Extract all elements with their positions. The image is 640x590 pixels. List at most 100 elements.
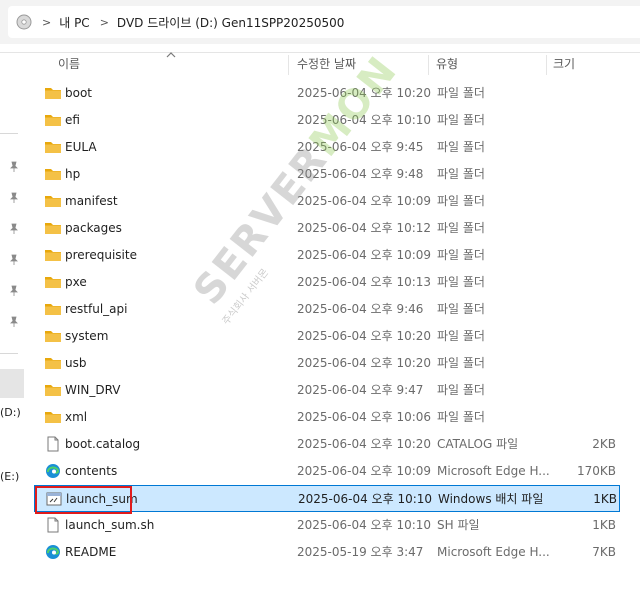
file-size: 2KB bbox=[592, 437, 616, 451]
file-type: 파일 폴더 bbox=[437, 356, 485, 370]
file-name: README bbox=[65, 545, 117, 559]
file-size bbox=[554, 107, 616, 134]
file-size bbox=[554, 188, 616, 215]
file-row[interactable]: pxe 2025-06-04 오후 10:13 파일 폴더 bbox=[34, 269, 620, 296]
file-type: 파일 폴더 bbox=[437, 140, 485, 154]
file-type: Microsoft Edge H... bbox=[437, 464, 549, 478]
column-header-date[interactable]: 수정한 날짜 bbox=[297, 53, 356, 77]
column-header-name[interactable]: 이름 bbox=[58, 53, 80, 77]
file-type: 파일 폴더 bbox=[437, 302, 485, 316]
file-row[interactable]: hp 2025-06-04 오후 9:48 파일 폴더 bbox=[34, 161, 620, 188]
pin-icon[interactable] bbox=[8, 223, 20, 235]
pin-icon[interactable] bbox=[8, 161, 20, 173]
dvd-drive-icon bbox=[16, 14, 32, 30]
pin-icon[interactable] bbox=[8, 254, 20, 266]
file-name: usb bbox=[65, 356, 87, 370]
file-date: 2025-06-04 오후 10:20 bbox=[297, 437, 432, 451]
nav-item-drive-e[interactable]: (E:) bbox=[0, 470, 19, 483]
file-size bbox=[554, 269, 616, 296]
file-type: SH 파일 bbox=[437, 518, 480, 532]
file-row[interactable]: usb 2025-06-04 오후 10:20 파일 폴더 bbox=[34, 350, 620, 377]
column-divider[interactable] bbox=[288, 55, 289, 75]
file-size bbox=[554, 215, 616, 242]
file-row[interactable]: xml 2025-06-04 오후 10:06 파일 폴더 bbox=[34, 404, 620, 431]
file-date: 2025-06-04 오후 10:09 bbox=[297, 194, 432, 208]
column-header-size[interactable]: 크기 bbox=[553, 53, 575, 77]
file-size bbox=[554, 134, 616, 161]
pin-icon[interactable] bbox=[8, 316, 20, 328]
file-date: 2025-06-04 오후 10:13 bbox=[297, 275, 432, 289]
file-row[interactable]: efi 2025-06-04 오후 10:10 파일 폴더 bbox=[34, 107, 620, 134]
nav-item-selected[interactable] bbox=[0, 369, 24, 398]
file-row[interactable]: launch_sum.sh 2025-06-04 오후 10:10 SH 파일 1KB bbox=[34, 512, 620, 539]
nav-separator bbox=[0, 353, 18, 354]
folder-icon bbox=[44, 274, 62, 290]
file-size: 1KB bbox=[592, 518, 616, 532]
file-name: launch_sum bbox=[66, 492, 138, 506]
file-date: 2025-05-19 오후 3:47 bbox=[297, 545, 424, 559]
file-date: 2025-06-04 오후 10:20 bbox=[297, 86, 432, 100]
folder-icon bbox=[44, 301, 62, 317]
file-name: EULA bbox=[65, 140, 97, 154]
nav-separator bbox=[0, 133, 18, 134]
column-divider[interactable] bbox=[546, 55, 547, 75]
nav-item-drive-d[interactable]: (D:) bbox=[0, 406, 21, 419]
file-type: 파일 폴더 bbox=[437, 410, 485, 424]
file-name: efi bbox=[65, 113, 80, 127]
file-name: pxe bbox=[65, 275, 87, 289]
edge-icon bbox=[44, 544, 62, 560]
file-type: 파일 폴더 bbox=[437, 329, 485, 343]
file-name: contents bbox=[65, 464, 118, 478]
file-row[interactable]: prerequisite 2025-06-04 오후 10:09 파일 폴더 bbox=[34, 242, 620, 269]
file-size bbox=[554, 404, 616, 431]
file-name: restful_api bbox=[65, 302, 128, 316]
file-row[interactable]: restful_api 2025-06-04 오후 9:46 파일 폴더 bbox=[34, 296, 620, 323]
file-icon bbox=[44, 517, 62, 533]
file-row[interactable]: contents 2025-06-04 오후 10:09 Microsoft Edg… bbox=[34, 458, 620, 485]
breadcrumb-dvd-drive[interactable]: DVD 드라이브 (D:) Gen11SPP20250500 bbox=[117, 14, 344, 31]
chevron-right-icon[interactable]: > bbox=[42, 16, 51, 29]
pin-icon[interactable] bbox=[8, 192, 20, 204]
file-type: 파일 폴더 bbox=[437, 275, 485, 289]
sort-ascending-icon bbox=[166, 52, 176, 58]
folder-icon bbox=[44, 328, 62, 344]
file-size: 170KB bbox=[576, 464, 616, 478]
file-type: CATALOG 파일 bbox=[437, 437, 519, 451]
file-row[interactable]: boot 2025-06-04 오후 10:20 파일 폴더 bbox=[34, 80, 620, 107]
file-row[interactable]: README 2025-05-19 오후 3:47 Microsoft Edge H… bbox=[34, 539, 620, 566]
file-row-selected[interactable]: launch_sum 2025-06-04 오후 10:10 Windows 배치 … bbox=[34, 485, 620, 512]
file-date: 2025-06-04 오후 9:45 bbox=[297, 140, 424, 154]
file-row[interactable]: system 2025-06-04 오후 10:20 파일 폴더 bbox=[34, 323, 620, 350]
file-name: hp bbox=[65, 167, 81, 181]
file-size: 7KB bbox=[592, 545, 616, 559]
address-bar[interactable]: > 내 PC > DVD 드라이브 (D:) Gen11SPP20250500 bbox=[8, 6, 640, 38]
file-size bbox=[554, 323, 616, 350]
file-row[interactable]: EULA 2025-06-04 오후 9:45 파일 폴더 bbox=[34, 134, 620, 161]
file-name: WIN_DRV bbox=[65, 383, 121, 397]
file-row[interactable]: WIN_DRV 2025-06-04 오후 9:47 파일 폴더 bbox=[34, 377, 620, 404]
file-row[interactable]: packages 2025-06-04 오후 10:12 파일 폴더 bbox=[34, 215, 620, 242]
pin-icon[interactable] bbox=[8, 285, 20, 297]
batch-file-icon bbox=[45, 491, 63, 507]
folder-icon bbox=[44, 193, 62, 209]
file-row[interactable]: manifest 2025-06-04 오후 10:09 파일 폴더 bbox=[34, 188, 620, 215]
folder-icon bbox=[44, 409, 62, 425]
file-row[interactable]: boot.catalog 2025-06-04 오후 10:20 CATALOG 파… bbox=[34, 431, 620, 458]
file-size bbox=[554, 242, 616, 269]
chevron-right-icon[interactable]: > bbox=[100, 16, 109, 29]
breadcrumb-my-pc[interactable]: 내 PC bbox=[59, 14, 89, 31]
column-header: 이름 수정한 날짜 유형 크기 bbox=[24, 52, 640, 77]
column-header-type[interactable]: 유형 bbox=[436, 53, 458, 77]
file-date: 2025-06-04 오후 10:10 bbox=[298, 492, 433, 506]
file-size bbox=[554, 350, 616, 377]
column-divider[interactable] bbox=[428, 55, 429, 75]
file-type: 파일 폴더 bbox=[437, 194, 485, 208]
file-size bbox=[554, 161, 616, 188]
file-date: 2025-06-04 오후 10:06 bbox=[297, 410, 432, 424]
file-type: 파일 폴더 bbox=[437, 221, 485, 235]
file-date: 2025-06-04 오후 10:09 bbox=[297, 464, 432, 478]
file-size bbox=[554, 80, 616, 107]
file-name: system bbox=[65, 329, 109, 343]
file-name: boot bbox=[65, 86, 93, 100]
navigation-pane bbox=[0, 53, 24, 590]
